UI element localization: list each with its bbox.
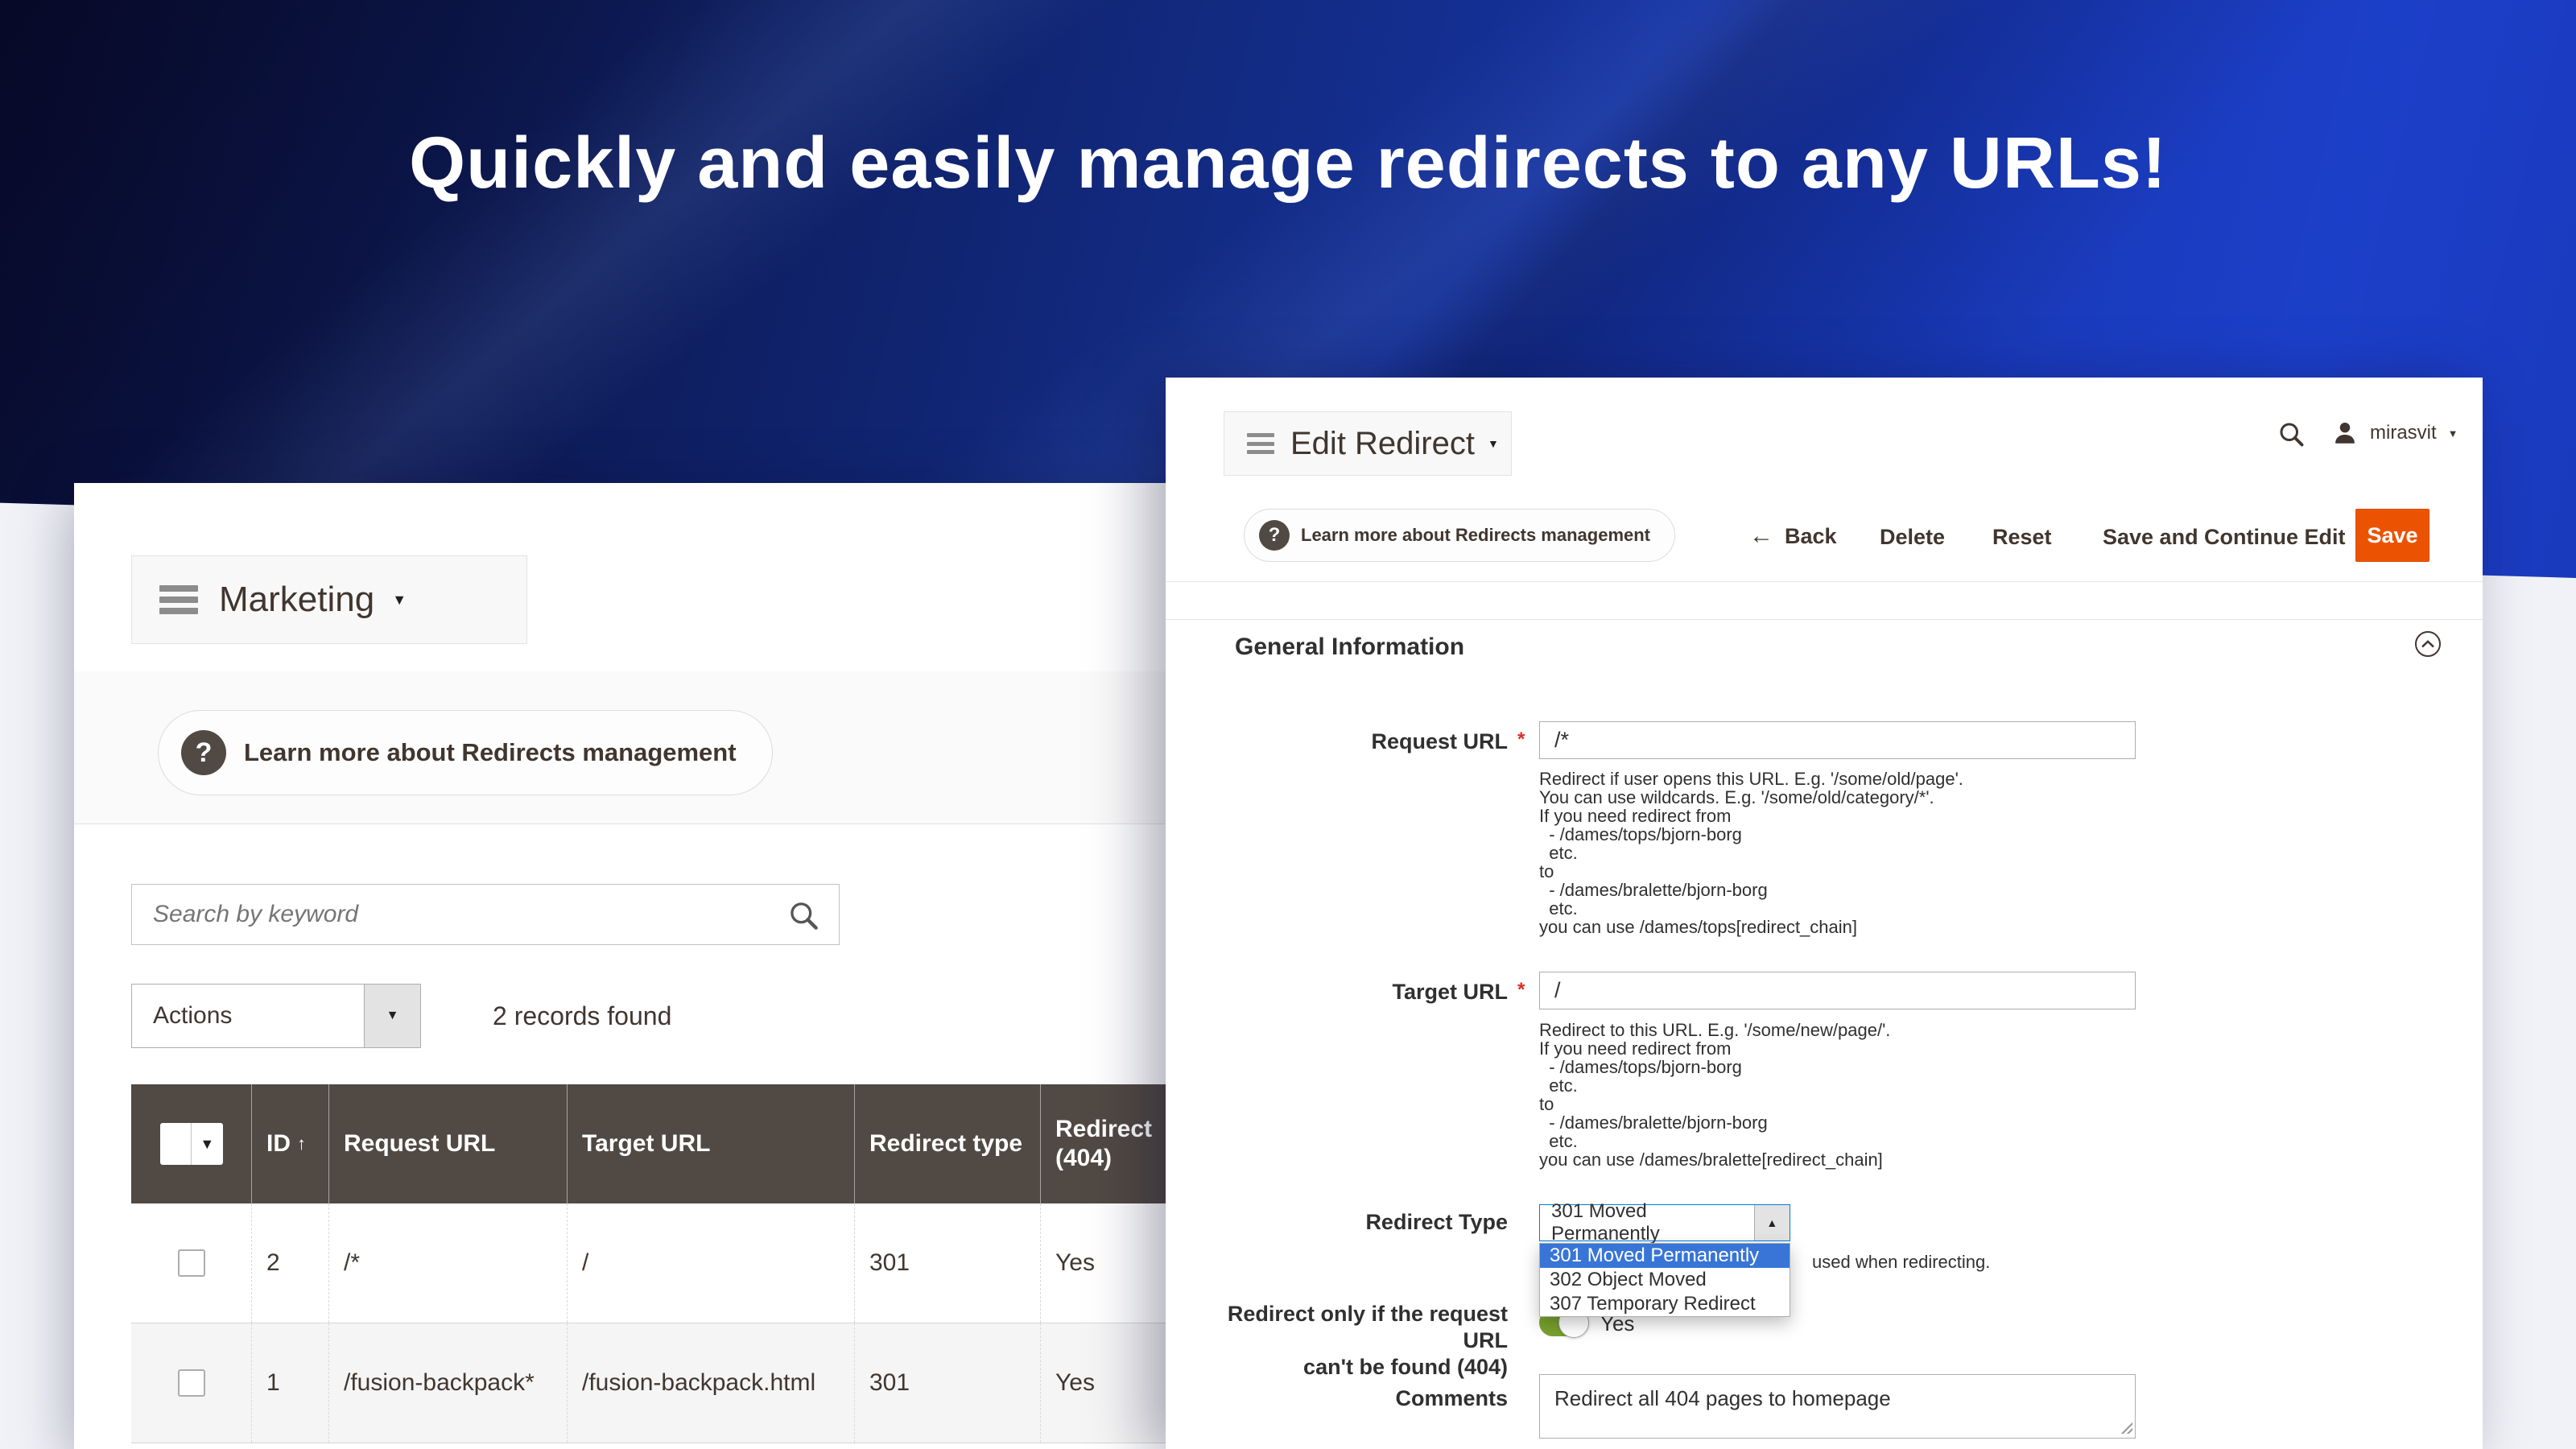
required-asterisk: * [1517, 729, 1525, 751]
search-input[interactable] [132, 885, 839, 944]
delete-button[interactable]: Delete [1880, 525, 1945, 550]
row-checkbox[interactable] [178, 1369, 205, 1397]
edit-redirect-panel: Edit Redirect ▼ mirasvit ▼ ? Learn more … [1166, 378, 2483, 1449]
select-options-caret[interactable]: ▼ [191, 1123, 223, 1165]
column-header-redirect-type[interactable]: Redirect type [854, 1084, 1040, 1203]
chevron-down-icon: ▼ [386, 1009, 399, 1023]
arrow-left-icon: ← [1749, 522, 1773, 550]
chevron-down-icon: ▼ [1488, 437, 1499, 450]
edit-redirect-title: Edit Redirect [1290, 426, 1475, 462]
cell-id: 1 [251, 1323, 328, 1443]
cell-target-url: / [567, 1203, 854, 1323]
select-caret-button[interactable]: ▲ [1754, 1205, 1790, 1241]
column-header-request-url[interactable]: Request URL [328, 1084, 567, 1203]
learn-more-label: Learn more about Redirects management [1301, 525, 1650, 546]
select-all-cell: ▼ [131, 1084, 251, 1203]
option-307[interactable]: 307 Temporary Redirect [1540, 1292, 1790, 1316]
actions-dropdown[interactable]: Actions ▼ [131, 984, 421, 1048]
request-url-label: Request URL [1266, 729, 1508, 755]
checkbox-area[interactable] [160, 1123, 192, 1165]
chevron-down-icon: ▼ [392, 592, 407, 609]
hamburger-icon [1247, 433, 1274, 454]
actions-caret-button[interactable]: ▼ [364, 985, 420, 1047]
user-icon [2331, 419, 2359, 447]
cell-target-url: /fusion-backpack.html [567, 1323, 854, 1443]
redirect-type-select[interactable]: 301 Moved Permanently ▲ [1539, 1204, 1790, 1241]
username-text: mirasvit [2370, 422, 2437, 444]
column-header-id[interactable]: ID ↑ [251, 1084, 328, 1203]
comments-textarea[interactable]: Redirect all 404 pages to homepage [1539, 1374, 2136, 1439]
option-302[interactable]: 302 Object Moved [1540, 1268, 1790, 1292]
hamburger-icon [159, 585, 198, 614]
column-header-target-url[interactable]: Target URL [567, 1084, 854, 1203]
section-title: General Information [1235, 634, 1464, 661]
question-mark-icon: ? [181, 730, 226, 775]
search-icon[interactable] [2277, 419, 2306, 448]
redirect-type-options: 301 Moved Permanently 302 Object Moved 3… [1539, 1243, 1790, 1317]
chevron-down-icon: ▼ [200, 1129, 214, 1158]
chevron-up-icon: ▲ [1766, 1216, 1777, 1229]
collapse-section-icon[interactable] [2414, 630, 2442, 658]
cell-id: 2 [251, 1203, 328, 1323]
target-url-label: Target URL [1266, 979, 1508, 1005]
section-divider [1166, 619, 2483, 620]
redirect-404-label: Redirect only if the request URL can't b… [1202, 1301, 1508, 1381]
learn-more-button[interactable]: ? Learn more about Redirects management [158, 710, 773, 795]
cell-request-url: /fusion-backpack* [328, 1323, 567, 1443]
request-url-input[interactable] [1539, 721, 2136, 759]
redirect-type-help: used when redirecting. [1812, 1252, 1990, 1273]
row-checkbox[interactable] [178, 1249, 205, 1277]
column-header-redirect-404[interactable]: Redirect (404) [1040, 1084, 1175, 1203]
redirect-type-value: 301 Moved Permanently [1540, 1200, 1754, 1245]
redirects-grid-panel: Marketing ▼ ? Learn more about Redirects… [74, 483, 1175, 1449]
records-found-text: 2 records found [493, 1001, 671, 1031]
cell-request-url: /* [328, 1203, 567, 1323]
page: Quickly and easily manage redirects to a… [0, 0, 2576, 1449]
request-url-help: Redirect if user opens this URL. E.g. '/… [1539, 770, 1963, 936]
marketing-menu-label: Marketing [219, 580, 374, 620]
target-url-input[interactable] [1539, 972, 2136, 1009]
sort-ascending-icon: ↑ [297, 1129, 306, 1158]
cell-redirect-404: Yes [1040, 1323, 1175, 1443]
save-button[interactable]: Save [2355, 509, 2429, 562]
redirect-type-label: Redirect Type [1266, 1209, 1508, 1236]
actions-label: Actions [132, 1002, 232, 1030]
toolbar-divider [1166, 581, 2483, 582]
chevron-down-icon: ▼ [2448, 427, 2458, 440]
comments-label: Comments [1266, 1385, 1508, 1412]
question-mark-icon: ? [1259, 520, 1290, 551]
select-all-checkbox[interactable]: ▼ [160, 1123, 223, 1165]
reset-button[interactable]: Reset [1992, 525, 2052, 550]
table-header-row: ▼ ID ↑ Request URL Target URL Redirect t… [131, 1084, 1175, 1203]
redirects-table: ▼ ID ↑ Request URL Target URL Redirect t… [131, 1084, 1175, 1443]
cell-redirect-type: 301 [854, 1323, 1040, 1443]
table-row[interactable]: 1 /fusion-backpack* /fusion-backpack.htm… [131, 1323, 1175, 1443]
hero-headline: Quickly and easily manage redirects to a… [0, 122, 2576, 205]
save-and-continue-button[interactable]: Save and Continue Edit [2103, 525, 2346, 550]
target-url-help: Redirect to this URL. E.g. '/some/new/pa… [1539, 1021, 1890, 1169]
back-button[interactable]: ← Back [1749, 522, 1837, 550]
learn-more-button[interactable]: ? Learn more about Redirects management [1244, 509, 1675, 562]
option-301[interactable]: 301 Moved Permanently [1540, 1244, 1790, 1268]
edit-redirect-menu-button[interactable]: Edit Redirect ▼ [1224, 411, 1512, 476]
keyword-search-box [131, 884, 840, 945]
table-row[interactable]: 2 /* / 301 Yes [131, 1203, 1175, 1323]
cell-redirect-404: Yes [1040, 1203, 1175, 1323]
marketing-menu-button[interactable]: Marketing ▼ [131, 555, 527, 644]
learn-more-label: Learn more about Redirects management [244, 738, 737, 767]
search-icon[interactable] [786, 898, 821, 933]
required-asterisk: * [1517, 979, 1525, 1001]
cell-redirect-type: 301 [854, 1203, 1040, 1323]
user-account-menu[interactable]: mirasvit ▼ [2331, 419, 2458, 447]
